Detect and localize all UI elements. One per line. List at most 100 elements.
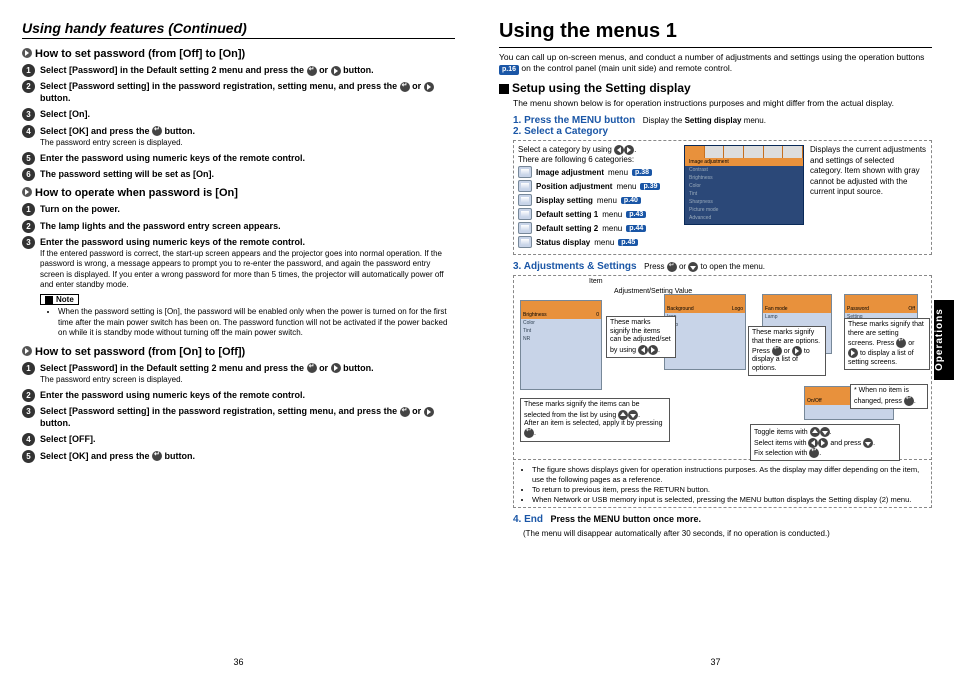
step-text: button. — [341, 65, 374, 75]
note-label: Note — [40, 294, 79, 305]
enter-icon — [809, 448, 819, 458]
enter-icon — [152, 126, 162, 136]
step4-title: Press the MENU button once more. — [551, 514, 702, 524]
step-text: Select [OK] and press the — [40, 451, 152, 461]
category-icon — [518, 180, 532, 192]
enter-icon — [896, 338, 906, 348]
step4-head: 4. End — [513, 514, 543, 525]
osd-row: Picture mode — [685, 206, 803, 214]
adjustments-box: Item Adjustment/Setting Value Brightness… — [513, 275, 932, 460]
page-ref-icon: p.44 — [626, 225, 646, 232]
category-icon — [518, 194, 532, 206]
left-icon — [614, 145, 624, 155]
category-item: Image adjustment menu p.38 — [518, 166, 678, 178]
step-text: The lamp lights and the password entry s… — [40, 221, 281, 231]
note-body: When the password setting is [On], the p… — [58, 307, 455, 338]
step-text: Select [Password setting] in the passwor… — [40, 406, 400, 416]
category-item: Default setting 1 menu p.43 — [518, 208, 678, 220]
step-text: Select [Password] in the Default setting… — [40, 363, 307, 373]
enter-icon — [667, 262, 677, 272]
note-box: Note When the password setting is [On], … — [40, 294, 455, 338]
step2-head: 2. Select a Category — [513, 126, 932, 137]
category-box: Select a category by using . There are f… — [513, 140, 932, 255]
step-text: Turn on the power. — [40, 204, 120, 214]
right-icon — [848, 348, 858, 358]
heading-text: How to set password (from [Off] to [On]) — [35, 48, 245, 60]
enter-icon — [904, 396, 914, 406]
steps-on-to-off: 1Select [Password] in the Default settin… — [22, 362, 455, 462]
osd-row: Contrast — [685, 166, 803, 174]
osd-row: Color — [685, 182, 803, 190]
callout-adjust: These marks signify the items can be adj… — [606, 316, 676, 357]
down-icon — [863, 438, 873, 448]
up-icon — [618, 410, 628, 420]
up-icon — [810, 427, 820, 437]
step-detail: The password entry screen is displayed. — [40, 375, 455, 385]
setup-heading: Setup using the Setting display — [499, 81, 932, 95]
enter-icon — [772, 346, 782, 356]
step3-head: 3. Adjustments & Settings — [513, 261, 637, 272]
page-37: Using the menus 1 You can call up on-scr… — [477, 0, 954, 677]
step-text: button. — [341, 363, 374, 373]
callout-screens: These marks signify that there are setti… — [844, 318, 930, 370]
cat-intro: There are following 6 categories: — [518, 155, 678, 164]
category-icon — [518, 166, 532, 178]
callout-options: These marks signify that there are optio… — [748, 326, 826, 376]
step-text: Select [OK] and press the — [40, 126, 152, 136]
right-icon — [624, 145, 634, 155]
step-text: Enter the password using numeric keys of… — [40, 237, 305, 247]
step-text: button. — [40, 418, 71, 428]
step-text: button. — [162, 451, 195, 461]
step-text: button. — [162, 126, 195, 136]
step-text: button. — [40, 93, 71, 103]
page-ref-icon: p.38 — [632, 169, 652, 176]
enter-icon — [152, 451, 162, 461]
page-number: 36 — [0, 657, 477, 667]
heading-text: How to operate when password is [On] — [35, 187, 238, 199]
page-ref-icon: p.45 — [618, 239, 638, 246]
page-title: Using the menus 1 — [499, 20, 932, 43]
side-tab-operations: Operations — [934, 300, 954, 380]
step-text: Select [OFF]. — [40, 434, 96, 444]
mini-osd-1: Brightness0ColorTintNR — [520, 300, 602, 390]
down-icon — [820, 427, 830, 437]
callout-toggle: Toggle items with .Select items with and… — [750, 424, 900, 461]
enter-icon — [307, 66, 317, 76]
category-item: Display setting menu p.40 — [518, 194, 678, 206]
page-ref-icon: p.39 — [640, 183, 660, 190]
category-item: Default setting 2 menu p.44 — [518, 222, 678, 234]
step-text: or — [317, 65, 331, 75]
right-icon — [648, 345, 658, 355]
steps-operate-on: 1Turn on the power. 2The lamp lights and… — [22, 203, 455, 290]
right-icon — [424, 82, 434, 92]
step-text: Enter the password using numeric keys of… — [40, 390, 305, 400]
square-icon — [499, 84, 509, 94]
heading-on-to-off: How to set password (from [On] to [Off]) — [22, 345, 455, 358]
enter-icon — [307, 363, 317, 373]
page-ref-icon: p.16 — [499, 65, 519, 74]
category-icon — [518, 208, 532, 220]
page-36: Using handy features (Continued) How to … — [0, 0, 477, 677]
step-text: The password setting will be set as [On]… — [40, 169, 214, 179]
down-icon — [688, 262, 698, 272]
figure-note: The figure shows displays given for oper… — [532, 465, 925, 485]
arrow-icon — [22, 346, 32, 356]
step-detail: If the entered password is correct, the … — [40, 249, 455, 291]
page-number: 37 — [477, 657, 954, 667]
callout-select: These marks signify the items can be sel… — [520, 398, 670, 441]
heading-operate-on: How to operate when password is [On] — [22, 186, 455, 199]
enter-icon — [400, 82, 410, 92]
arrow-icon — [22, 48, 32, 58]
category-item: Status display menu p.45 — [518, 236, 678, 248]
osd-row: Advanced — [685, 214, 803, 222]
steps-off-to-on: 1Select [Password] in the Default settin… — [22, 64, 455, 180]
step4-desc: (The menu will disappear automatically a… — [513, 529, 932, 538]
heading-off-to-on: How to set password (from [Off] to [On]) — [22, 47, 455, 60]
mini-osd-2: BackgroundLogoIconLogo — [664, 294, 746, 370]
enter-icon — [524, 428, 534, 438]
callout-none: * When no item is changed, press . — [850, 384, 928, 409]
heading-text: How to set password (from [On] to [Off]) — [35, 346, 245, 358]
down-icon — [628, 410, 638, 420]
step-text: or — [317, 363, 331, 373]
setup-body: The menu shown below is for operation in… — [499, 98, 932, 109]
